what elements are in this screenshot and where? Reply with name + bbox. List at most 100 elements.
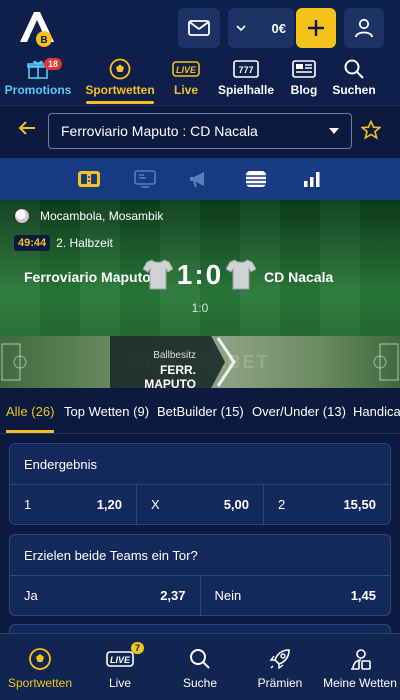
bottom-nav-label: Meine Wetten — [323, 675, 397, 690]
tv-icon — [134, 170, 156, 188]
nav-label: Blog — [290, 83, 318, 97]
odds-label: Ja — [24, 588, 38, 603]
odds-label: 2 — [278, 497, 286, 512]
plus-icon — [308, 20, 324, 36]
nav-label: Sportwetten — [85, 83, 155, 97]
tab-lineups[interactable] — [243, 168, 269, 190]
away-team-name: CD Nacala — [264, 269, 334, 285]
tab-stream[interactable] — [132, 168, 158, 190]
deposit-button[interactable] — [296, 8, 336, 48]
odds-button-x[interactable]: X 5,00 — [137, 485, 264, 524]
football-icon — [14, 208, 30, 224]
nav-item-suchen[interactable]: Suchen — [332, 56, 376, 104]
tab-handicap[interactable]: Handica — [353, 404, 400, 419]
caret-down-icon — [329, 128, 339, 134]
top-header: B 0€ — [0, 0, 400, 56]
odds-value: 1,45 — [350, 588, 376, 603]
chevron-down-icon — [236, 24, 246, 31]
bottom-nav-suche[interactable]: Suche — [160, 634, 240, 700]
brand-logo[interactable]: B — [14, 8, 58, 48]
match-location: Mocambola, Mosambik — [14, 208, 163, 224]
odds-value: 5,00 — [223, 497, 249, 512]
search-icon — [344, 58, 364, 80]
account-button[interactable] — [344, 8, 384, 48]
bottom-nav-meine-wetten[interactable]: Meine Wetten — [320, 634, 400, 700]
odds-value: 1,20 — [96, 497, 122, 512]
arrow-left-icon[interactable] — [18, 120, 36, 136]
nav-label: Suchen — [332, 83, 376, 97]
odds-label: 1 — [24, 497, 32, 512]
home-shirt-icon — [143, 259, 173, 290]
market-card-endergebnis: Endergebnis 1 1,20 X 5,00 2 15,50 — [9, 443, 391, 525]
scoreboard: Mocambola, Mosambik 49:44 2. Halbzeit Fe… — [0, 200, 400, 388]
newspaper-icon — [292, 58, 316, 80]
tab-betbuilder[interactable]: BetBuilder (15) — [157, 404, 244, 419]
tab-alle[interactable]: Alle (26) — [6, 404, 55, 433]
balance-value: 0€ — [271, 20, 286, 36]
nav-label: Live — [173, 83, 198, 97]
svg-text:B: B — [40, 35, 47, 46]
nav-item-blog[interactable]: Blog — [286, 56, 322, 104]
slot-machine-icon: 777 — [233, 58, 259, 80]
live-icon: LIVE — [172, 58, 200, 80]
list-icon — [246, 171, 266, 187]
svg-text:LIVE: LIVE — [176, 65, 197, 75]
main-navigation: 18 Promotions Sportwetten LIVE Live 777 … — [0, 56, 400, 106]
bottom-nav-sportwetten[interactable]: Sportwetten — [0, 634, 80, 700]
tab-announcements[interactable] — [186, 168, 212, 190]
bottom-nav-label: Suche — [182, 675, 218, 690]
tab-over-under[interactable]: Over/Under (13) — [252, 404, 346, 419]
odds-button-ja[interactable]: Ja 2,37 — [10, 576, 201, 615]
svg-text:LIVE: LIVE — [110, 655, 131, 665]
soccer-ball-icon — [28, 646, 52, 672]
odds-button-1[interactable]: 1 1,20 — [10, 485, 137, 524]
home-team-name: Ferroviario Maputo — [24, 269, 151, 285]
nav-label: Spielhalle — [217, 83, 275, 97]
match-selector-row: Ferroviario Maputo : CD Nacala — [0, 106, 400, 158]
market-tabs: Alle (26) Top Wetten (9) BetBuilder (15)… — [0, 388, 400, 434]
market-title: Endergebnis — [24, 456, 97, 472]
soccer-ball-icon — [109, 58, 131, 80]
nav-item-live[interactable]: LIVE Live — [164, 56, 208, 104]
megaphone-icon — [190, 172, 204, 188]
bottom-nav-label: Sportwetten — [7, 675, 73, 690]
nav-item-promotions[interactable]: 18 Promotions — [4, 56, 72, 104]
odds-row: Ja 2,37 Nein 1,45 — [10, 575, 390, 615]
bet-slip-icon — [349, 646, 371, 672]
bottom-navigation: Sportwetten LIVE 7 Live Suche Prämien Me… — [0, 633, 400, 700]
live-count-badge: 7 — [130, 641, 144, 654]
possession-team: FERR. MAPUTO — [144, 363, 196, 388]
match-clock: 49:44 — [14, 235, 51, 251]
current-score: 1:0 — [176, 259, 224, 290]
live-icon: LIVE 7 — [106, 641, 144, 672]
match-select-dropdown[interactable]: Ferroviario Maputo : CD Nacala — [48, 113, 352, 149]
user-icon — [355, 18, 373, 38]
mail-icon — [188, 20, 210, 36]
match-period: 2. Halbzeit — [56, 236, 113, 250]
location-text: Mocambola, Mosambik — [40, 209, 164, 223]
market-title: Erzielen beide Teams ein Tor? — [24, 547, 198, 563]
balance-dropdown[interactable]: 0€ — [228, 8, 294, 48]
tab-scoreboard[interactable] — [76, 168, 102, 190]
bottom-nav-label: Live — [108, 675, 131, 690]
bottom-nav-praemien[interactable]: Prämien — [240, 634, 320, 700]
market-card-both-teams-score: Erzielen beide Teams ein Tor? Ja 2,37 Ne… — [9, 534, 391, 616]
odds-row: 1 1,20 X 5,00 2 15,50 — [10, 484, 390, 524]
nav-item-sportwetten[interactable]: Sportwetten — [84, 56, 156, 104]
star-icon[interactable] — [361, 120, 381, 140]
match-select-value: Ferroviario Maputo : CD Nacala — [61, 123, 258, 139]
bar-chart-icon — [304, 172, 320, 187]
tab-statistics[interactable] — [299, 168, 325, 190]
messages-button[interactable] — [178, 8, 220, 48]
odds-label: X — [151, 497, 160, 512]
nav-item-spielhalle[interactable]: 777 Spielhalle — [218, 56, 274, 104]
rocket-icon — [269, 646, 291, 672]
odds-button-2[interactable]: 2 15,50 — [264, 485, 390, 524]
bottom-nav-live[interactable]: LIVE 7 Live — [80, 634, 160, 700]
nav-label: Promotions — [4, 83, 72, 97]
odds-button-nein[interactable]: Nein 1,45 — [201, 576, 391, 615]
tab-top-wetten[interactable]: Top Wetten (9) — [64, 404, 149, 419]
away-shirt-icon — [226, 259, 256, 290]
svg-text:777: 777 — [238, 65, 253, 75]
match-time: 49:44 2. Halbzeit — [14, 235, 113, 251]
